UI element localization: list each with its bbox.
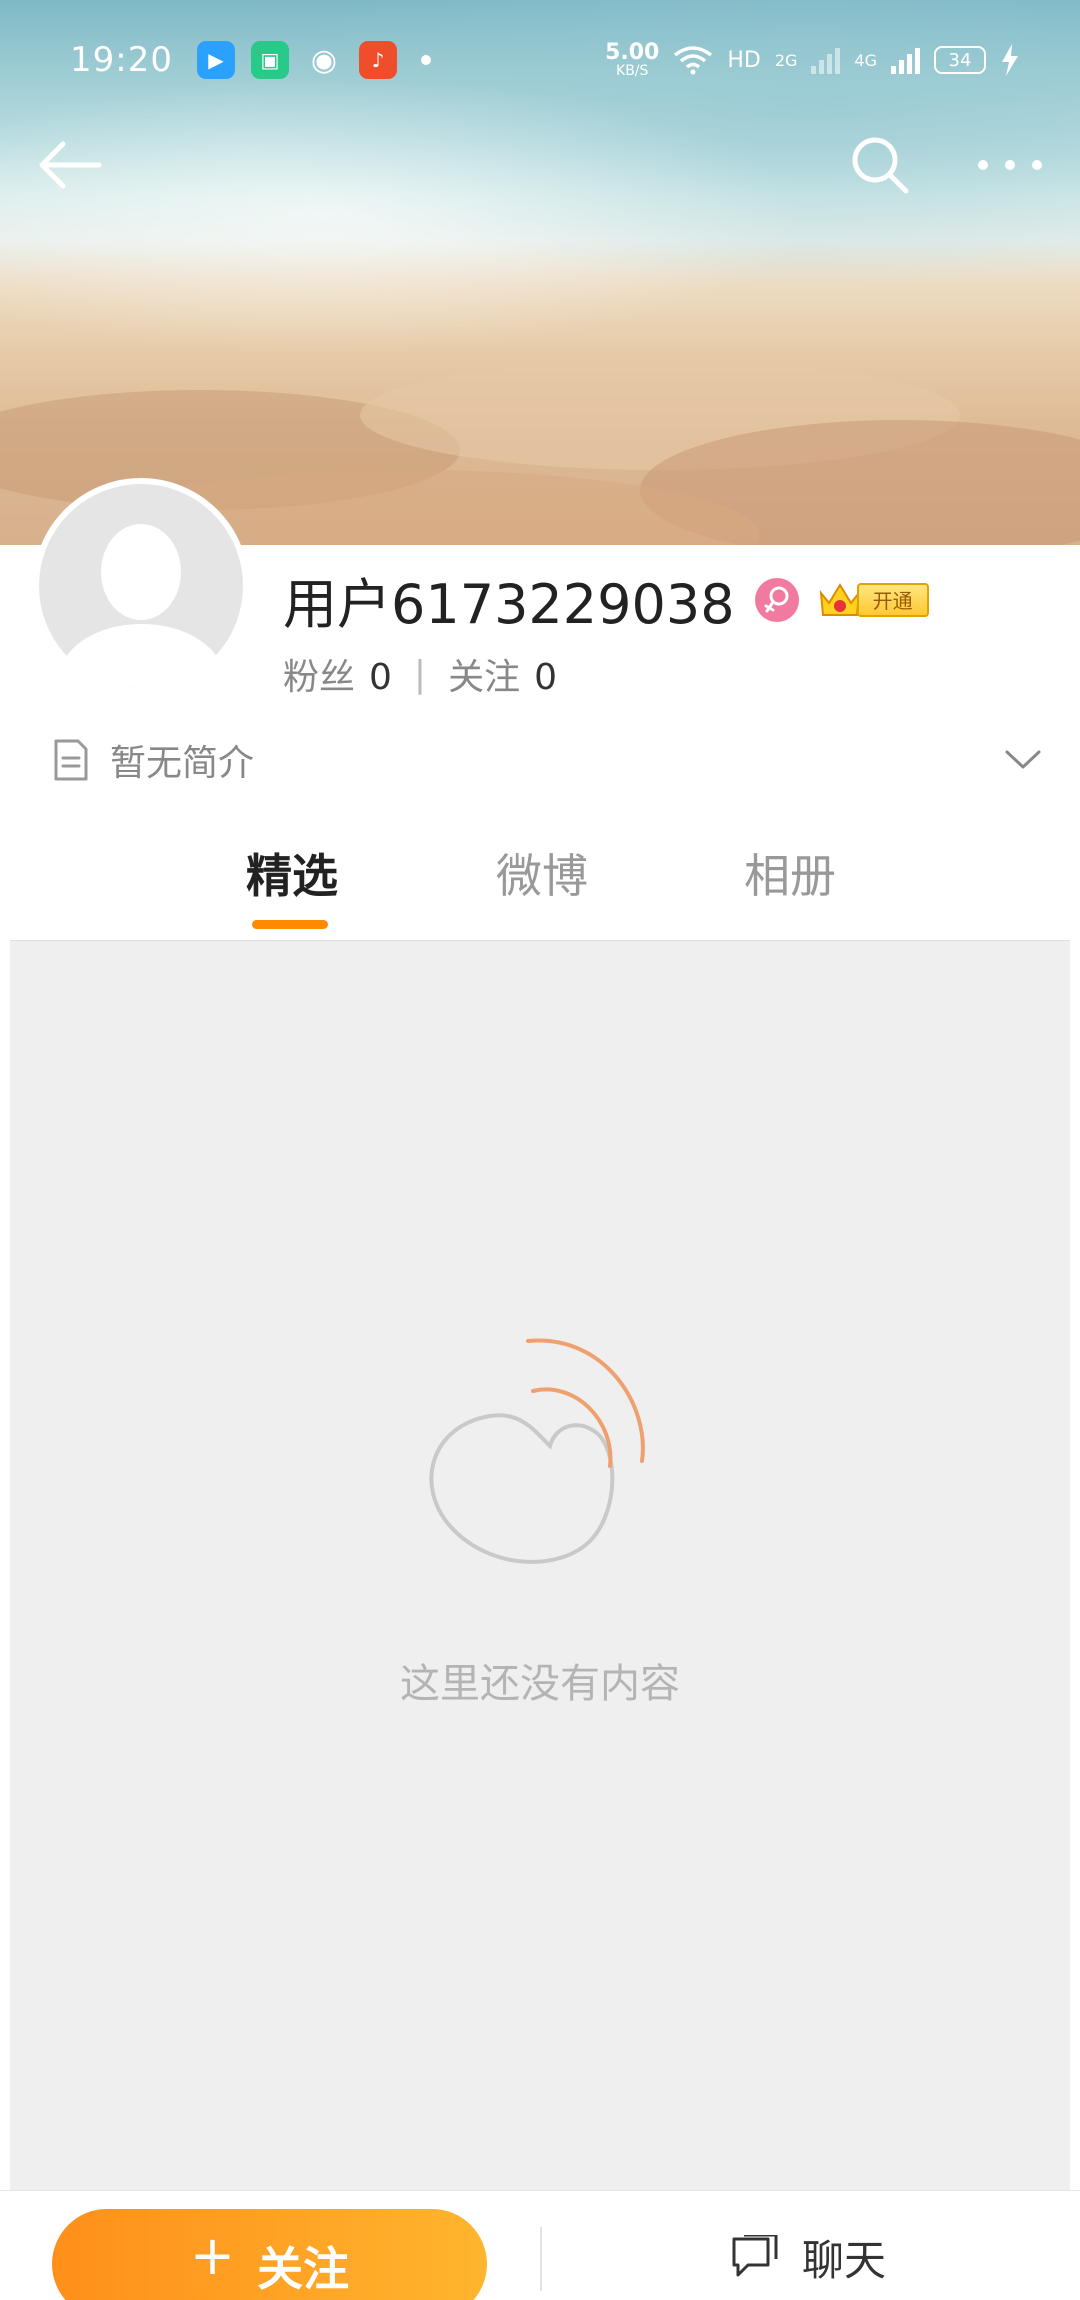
sim2-signal-icon: [891, 46, 920, 74]
chat-button[interactable]: 聊天: [730, 2227, 886, 2288]
sim1-signal-icon: [811, 46, 841, 74]
tab-weibo[interactable]: 微博: [496, 840, 588, 906]
weibo-app-icon: ◉: [310, 42, 338, 78]
document-icon: [54, 739, 88, 781]
bottom-bar-divider: [540, 2227, 542, 2291]
cover-image[interactable]: 19:20 ▶ ▣ ◉ ♪ 5.00 KB/S HD 2G 4G 34: [0, 0, 1080, 545]
battery-indicator: 34: [934, 46, 986, 74]
net-speed: 5.00 KB/S: [605, 40, 660, 79]
status-bar: 19:20 ▶ ▣ ◉ ♪ 5.00 KB/S HD 2G 4G 34: [0, 0, 1080, 120]
followers-count: 0: [369, 657, 392, 698]
wifi-icon: [674, 46, 713, 75]
profile-tabs: 精选 微博 相册: [0, 830, 1080, 940]
active-tab-indicator: [252, 920, 328, 929]
crown-icon: [819, 582, 860, 616]
stats-divider: |: [413, 653, 427, 695]
sim2-label: 4G: [854, 50, 877, 70]
video-app-icon: ▶: [196, 41, 235, 79]
following-stat[interactable]: 关注 0: [448, 648, 557, 700]
vip-badge[interactable]: 开通: [817, 579, 929, 621]
weibo-logo-icon: [429, 1338, 645, 1564]
tab-featured[interactable]: 精选: [246, 840, 338, 906]
profile-stats: 粉丝 0 | 关注 0: [283, 648, 557, 700]
status-indicators: 5.00 KB/S HD 2G 4G 34: [605, 42, 1020, 78]
tab-album[interactable]: 相册: [744, 840, 836, 906]
arrow-left-icon: [39, 141, 102, 189]
sim1-label: 2G: [774, 50, 798, 70]
more-horizontal-icon: [978, 160, 1042, 170]
intro-row[interactable]: 暂无简介: [52, 730, 1042, 790]
username: 用户6173229038: [283, 573, 735, 636]
net-speed-unit: KB/S: [616, 63, 649, 79]
bottom-action-bar: + 关注 聊天: [0, 2190, 1080, 2300]
follow-button[interactable]: + 关注: [52, 2209, 487, 2300]
followers-label: 粉丝: [283, 657, 356, 698]
notification-dot-icon: [420, 55, 431, 65]
charging-icon: [1002, 44, 1018, 76]
chat-label: 聊天: [802, 2236, 887, 2285]
avatar[interactable]: [33, 478, 249, 694]
listen-app-icon: ♪: [358, 41, 397, 79]
message-app-icon: ▣: [250, 41, 289, 79]
female-icon: [754, 577, 799, 622]
follow-label: 关注: [257, 2242, 350, 2296]
content-area: 这里还没有内容: [10, 940, 1070, 2190]
search-icon: [852, 137, 909, 194]
following-label: 关注: [448, 657, 521, 698]
back-button[interactable]: [30, 125, 110, 205]
intro-text: 暂无简介: [110, 743, 255, 784]
avatar-body: [59, 624, 224, 688]
following-count: 0: [534, 657, 557, 698]
chat-bubble-icon: [732, 2234, 778, 2276]
empty-state-text: 这里还没有内容: [400, 1661, 680, 1707]
hd-label: HD: [727, 47, 761, 73]
plus-icon: +: [189, 2224, 236, 2287]
vip-open-label: 开通: [856, 582, 929, 617]
status-app-icons: ▶ ▣ ◉ ♪: [196, 41, 431, 79]
followers-stat[interactable]: 粉丝 0: [283, 648, 392, 700]
profile-screen: 19:20 ▶ ▣ ◉ ♪ 5.00 KB/S HD 2G 4G 34 用户61…: [0, 0, 1080, 2300]
more-button[interactable]: [970, 125, 1050, 205]
username-row: 用户6173229038 开通: [283, 560, 929, 639]
search-button[interactable]: [840, 125, 920, 205]
chevron-down-icon[interactable]: [1004, 749, 1042, 771]
net-speed-value: 5.00: [605, 40, 660, 65]
status-time: 19:20: [70, 40, 173, 80]
avatar-head: [101, 524, 181, 620]
